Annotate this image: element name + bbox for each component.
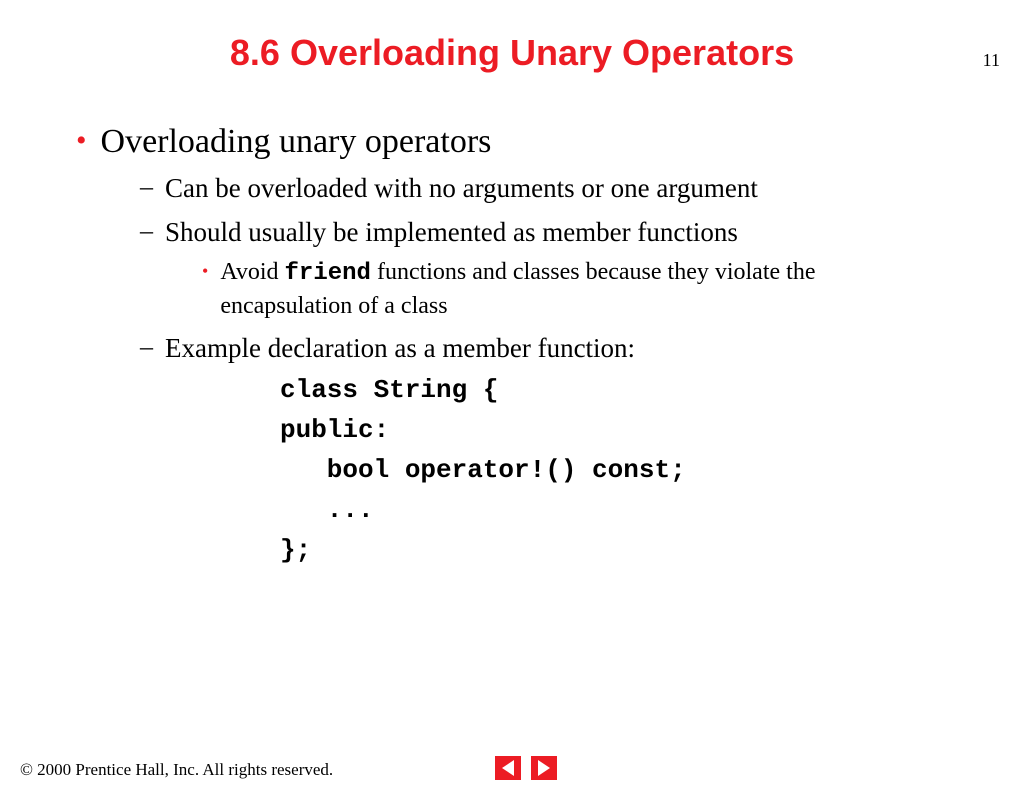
page-number: 11	[983, 50, 1000, 71]
bullet-icon: •	[202, 256, 208, 286]
bullet-level1: • Overloading unary operators	[76, 122, 1024, 162]
arrow-left-icon	[502, 760, 514, 776]
dash-icon: –	[140, 170, 153, 204]
arrow-right-icon	[538, 760, 550, 776]
footer: © 2000 Prentice Hall, Inc. All rights re…	[20, 760, 1004, 780]
bullet-text: Overloading unary operators	[101, 122, 492, 162]
dash-icon: –	[140, 330, 153, 364]
copyright: © 2000 Prentice Hall, Inc. All rights re…	[20, 760, 333, 780]
text-pre: Avoid	[220, 259, 284, 285]
bullet-text: Example declaration as a member function…	[165, 330, 635, 366]
bullet-text: Avoid friend functions and classes becau…	[220, 256, 940, 322]
bullet-text: Can be overloaded with no arguments or o…	[165, 170, 758, 206]
dash-icon: –	[140, 214, 153, 248]
bullet-level2: – Example declaration as a member functi…	[140, 330, 1024, 366]
bullet-level2: – Can be overloaded with no arguments or…	[140, 170, 1024, 206]
slide-title: 8.6 Overloading Unary Operators	[0, 32, 1024, 74]
bullet-level2: – Should usually be implemented as membe…	[140, 214, 1024, 250]
code-inline: friend	[285, 260, 371, 287]
bullet-icon: •	[76, 122, 87, 160]
slide-content: • Overloading unary operators – Can be o…	[20, 122, 1024, 570]
nav-controls	[495, 756, 557, 780]
bullet-level3: • Avoid friend functions and classes bec…	[202, 256, 1024, 322]
bullet-text: Should usually be implemented as member …	[165, 214, 738, 250]
prev-button[interactable]	[495, 756, 521, 780]
next-button[interactable]	[531, 756, 557, 780]
code-block: class String { public: bool operator!() …	[280, 370, 1024, 570]
